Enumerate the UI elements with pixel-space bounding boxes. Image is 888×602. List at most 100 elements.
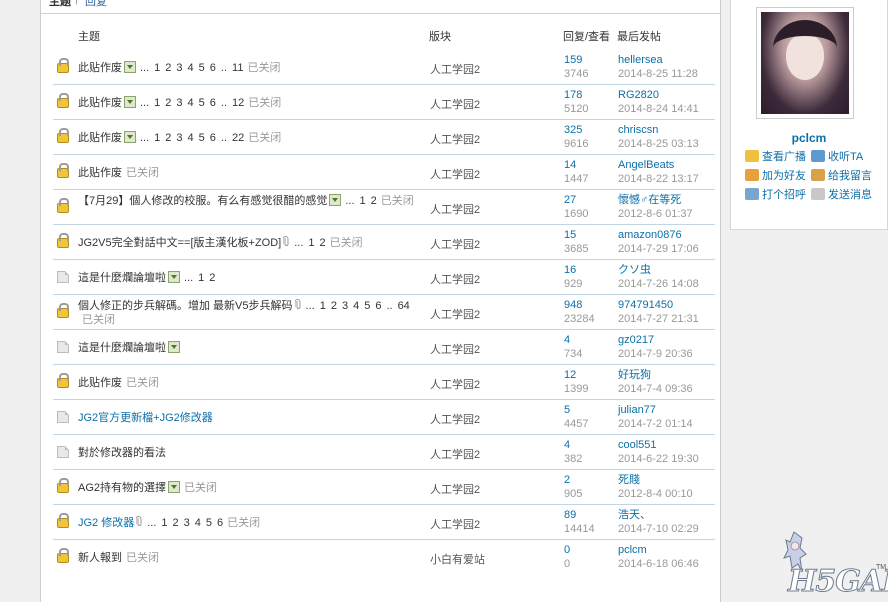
- page-link[interactable]: 3: [184, 517, 190, 529]
- last-post-user[interactable]: cool551: [618, 438, 699, 452]
- last-post-user[interactable]: 好玩狗: [618, 368, 693, 382]
- thread-forum[interactable]: 人工学园2: [430, 481, 480, 497]
- last-post-time[interactable]: 2014-7-29 17:06: [618, 242, 699, 256]
- thread-forum[interactable]: 人工学园2: [430, 166, 480, 182]
- page-link[interactable]: 64: [398, 300, 410, 312]
- page-link[interactable]: 1: [320, 300, 326, 312]
- last-post-time[interactable]: 2014-7-26 14:08: [618, 277, 699, 291]
- page-link[interactable]: 6: [210, 97, 216, 109]
- thread-forum[interactable]: 人工学园2: [430, 131, 480, 147]
- page-link[interactable]: 5: [199, 97, 205, 109]
- page-link[interactable]: ..: [221, 132, 227, 144]
- last-post-time[interactable]: 2014-8-24 14:41: [618, 102, 699, 116]
- page-link[interactable]: 2: [173, 517, 179, 529]
- page-link[interactable]: 4: [188, 97, 194, 109]
- page-link[interactable]: 5: [199, 62, 205, 74]
- last-post-user[interactable]: クソ虫: [618, 263, 699, 277]
- page-link[interactable]: 3: [176, 97, 182, 109]
- reply-count[interactable]: 89: [564, 508, 595, 522]
- page-link[interactable]: ...: [294, 237, 303, 249]
- last-post-time[interactable]: 2014-8-25 11:28: [618, 67, 698, 81]
- page-link[interactable]: ...: [140, 97, 149, 109]
- page-link[interactable]: ...: [140, 62, 149, 74]
- page-link[interactable]: 5: [206, 517, 212, 529]
- last-post-user[interactable]: AngelBeats: [618, 158, 699, 172]
- thread-title-link[interactable]: 此贴作废: [78, 97, 122, 109]
- page-link[interactable]: ...: [345, 195, 354, 207]
- tab-topics[interactable]: 主题: [49, 0, 71, 9]
- page-link[interactable]: 6: [210, 62, 216, 74]
- thread-forum[interactable]: 人工学园2: [430, 516, 480, 532]
- page-link[interactable]: ...: [184, 272, 193, 284]
- page-link[interactable]: 6: [375, 300, 381, 312]
- page-link[interactable]: 4: [195, 517, 201, 529]
- thread-title-link[interactable]: JG2V5完全對話中文==[版主漢化板+ZOD]: [78, 237, 281, 249]
- page-link[interactable]: 12: [232, 97, 244, 109]
- reply-count[interactable]: 178: [564, 88, 588, 102]
- page-link[interactable]: ...: [140, 132, 149, 144]
- profile-action-add-friend[interactable]: 加为好友: [745, 169, 811, 188]
- page-link[interactable]: 3: [176, 62, 182, 74]
- thread-forum[interactable]: 人工学园2: [430, 96, 480, 112]
- thread-title-link[interactable]: 【7月29】個人修改的校服。有么有感觉很醋的感觉: [78, 195, 327, 207]
- last-post-time[interactable]: 2014-8-22 13:17: [618, 172, 699, 186]
- profile-action-poke[interactable]: 打个招呼: [745, 188, 811, 207]
- page-link[interactable]: 2: [209, 272, 215, 284]
- thread-title-link[interactable]: 此贴作废: [78, 132, 122, 144]
- reply-count[interactable]: 325: [564, 123, 588, 137]
- page-link[interactable]: 3: [176, 132, 182, 144]
- thread-title-link[interactable]: 這是什麼爛論壇啦: [78, 272, 166, 284]
- thread-forum[interactable]: 人工学园2: [430, 236, 480, 252]
- last-post-user[interactable]: RG2820: [618, 88, 699, 102]
- page-link[interactable]: 2: [165, 132, 171, 144]
- page-link[interactable]: 2: [320, 237, 326, 249]
- page-link[interactable]: 4: [353, 300, 359, 312]
- last-post-user[interactable]: 浩天、: [618, 508, 699, 522]
- page-link[interactable]: ..: [386, 300, 392, 312]
- reply-count[interactable]: 0: [564, 543, 570, 557]
- page-link[interactable]: 1: [360, 195, 366, 207]
- thread-title-link[interactable]: JG2官方更新檔+JG2修改器: [78, 412, 213, 424]
- profile-action-message[interactable]: 给我留言: [811, 169, 877, 188]
- thread-title-link[interactable]: 此贴作废: [78, 62, 122, 74]
- page-link[interactable]: 5: [199, 132, 205, 144]
- thread-forum[interactable]: 人工学园2: [430, 61, 480, 77]
- thread-title-link[interactable]: 這是什麼爛論壇啦: [78, 342, 166, 354]
- page-link[interactable]: ...: [306, 300, 315, 312]
- page-link[interactable]: 6: [217, 517, 223, 529]
- last-post-time[interactable]: 2014-7-2 01:14: [618, 417, 693, 431]
- reply-count[interactable]: 4: [564, 438, 582, 452]
- page-link[interactable]: 2: [331, 300, 337, 312]
- reply-count[interactable]: 159: [564, 53, 588, 67]
- page-link[interactable]: 1: [154, 132, 160, 144]
- last-post-time[interactable]: 2014-7-27 21:31: [618, 312, 699, 326]
- last-post-time[interactable]: 2014-6-18 06:46: [618, 557, 699, 571]
- last-post-user[interactable]: gz0217: [618, 333, 693, 347]
- thread-forum[interactable]: 小白有爱站: [430, 551, 485, 567]
- last-post-time[interactable]: 2012-8-4 00:10: [618, 487, 693, 501]
- last-post-time[interactable]: 2014-7-4 09:36: [618, 382, 693, 396]
- reply-count[interactable]: 15: [564, 228, 588, 242]
- page-link[interactable]: 5: [364, 300, 370, 312]
- page-link[interactable]: 2: [165, 62, 171, 74]
- thread-title-link[interactable]: 此贴作废: [78, 167, 122, 179]
- reply-count[interactable]: 27: [564, 193, 588, 207]
- thread-forum[interactable]: 人工学园2: [430, 376, 480, 392]
- page-link[interactable]: 3: [342, 300, 348, 312]
- page-link[interactable]: ...: [147, 517, 156, 529]
- thread-title-link[interactable]: JG2 修改器: [78, 517, 134, 529]
- page-link[interactable]: 22: [232, 132, 244, 144]
- reply-count[interactable]: 5: [564, 403, 588, 417]
- tab-replies[interactable]: 回复: [85, 0, 107, 9]
- last-post-user[interactable]: 死賤: [618, 473, 693, 487]
- thread-title-link[interactable]: 此贴作废: [78, 377, 122, 389]
- last-post-time[interactable]: 2014-8-25 03:13: [618, 137, 699, 151]
- page-link[interactable]: 2: [371, 195, 377, 207]
- thread-title-link[interactable]: 新人報到: [78, 552, 122, 564]
- page-link[interactable]: 1: [198, 272, 204, 284]
- last-post-time[interactable]: 2014-6-22 19:30: [618, 452, 699, 466]
- reply-count[interactable]: 16: [564, 263, 582, 277]
- reply-count[interactable]: 2: [564, 473, 582, 487]
- last-post-time[interactable]: 2014-7-10 02:29: [618, 522, 699, 536]
- thread-forum[interactable]: 人工学园2: [430, 446, 480, 462]
